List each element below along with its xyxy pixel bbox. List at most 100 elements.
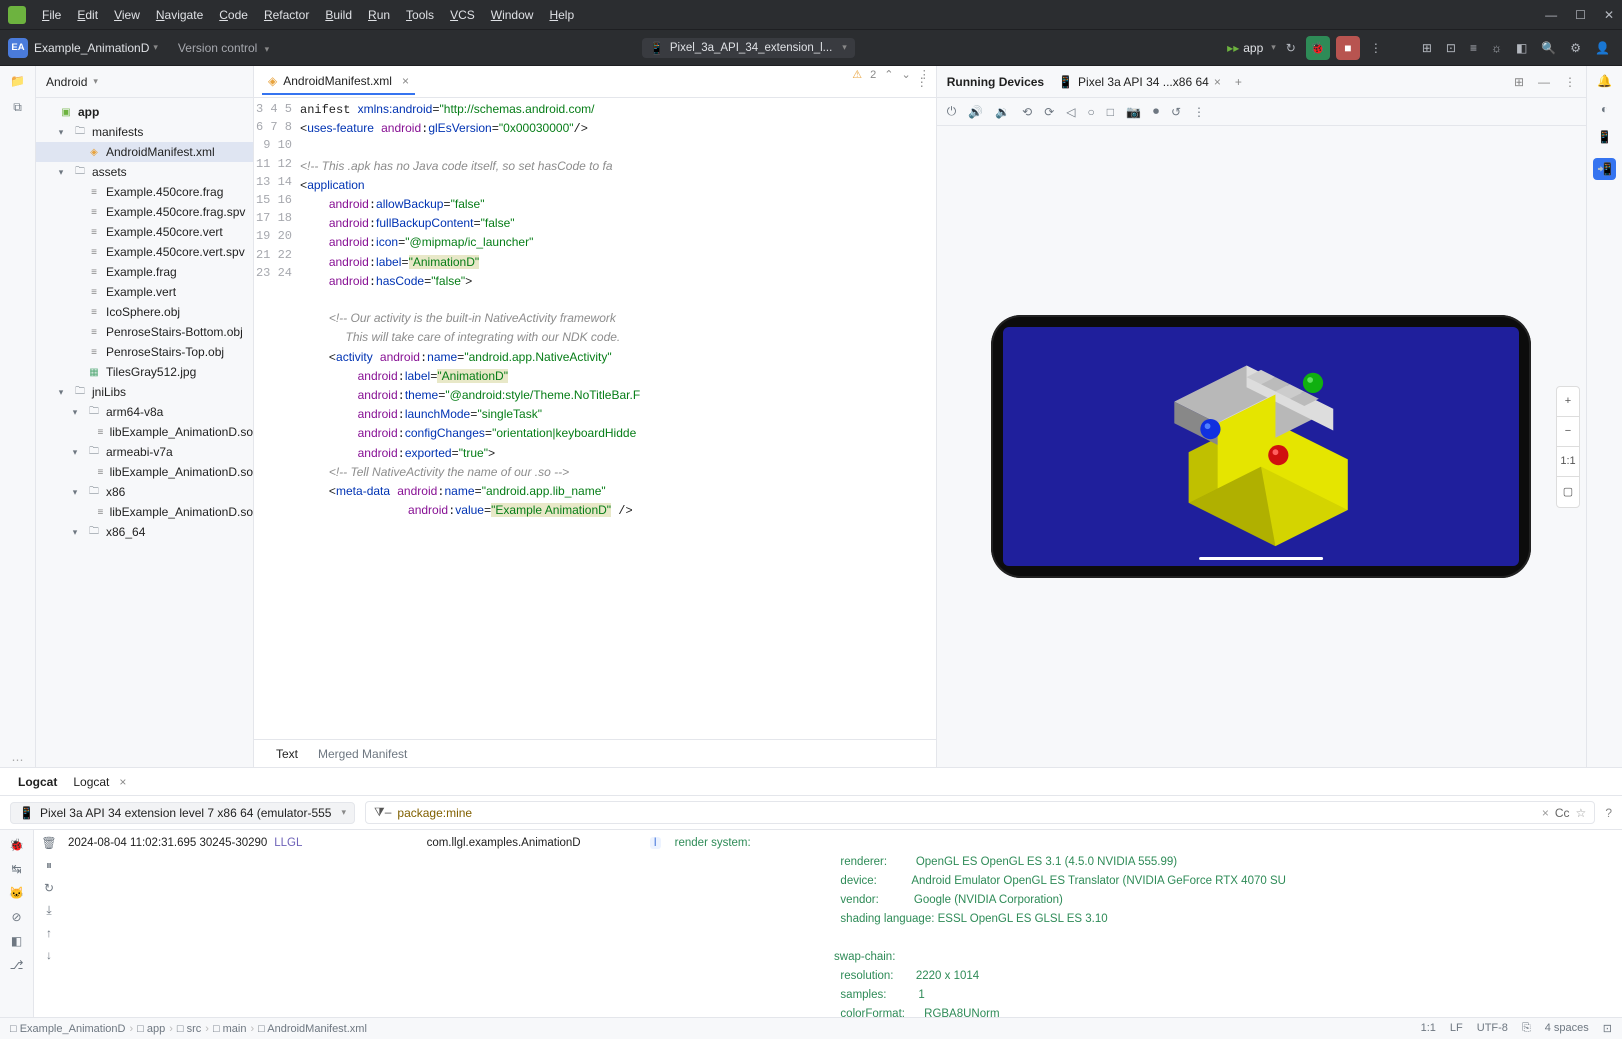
menu-run[interactable]: Run	[368, 8, 390, 22]
subtab-text[interactable]: Text	[266, 747, 308, 761]
more-icon[interactable]: ⋮	[1564, 75, 1576, 89]
back-icon[interactable]: ◁	[1066, 105, 1075, 119]
more-icon[interactable]: ⋮	[1366, 41, 1386, 55]
menu-window[interactable]: Window	[491, 8, 534, 22]
more-icon[interactable]: ⋯	[12, 753, 24, 767]
power-icon[interactable]: ⏻	[947, 104, 957, 119]
tree-item[interactable]: ≡Example.450core.frag.spv	[36, 202, 253, 222]
tree-item[interactable]: ▾🗀assets	[36, 162, 253, 182]
tree-item[interactable]: ▾🗀x86	[36, 482, 253, 502]
close-icon[interactable]: ✕	[1604, 8, 1614, 22]
phone-screen[interactable]	[1003, 327, 1519, 566]
menu-navigate[interactable]: Navigate	[156, 8, 203, 22]
editor-body[interactable]: 3 4 5 6 7 8 9 10 11 12 13 14 15 16 17 18…	[254, 98, 936, 739]
line-sep[interactable]: LF	[1450, 1022, 1463, 1035]
tree-item[interactable]: ▾🗀arm64-v8a	[36, 402, 253, 422]
tree-item[interactable]: ▾🗀jniLibs	[36, 382, 253, 402]
tree-item[interactable]: ≡Example.450core.vert.spv	[36, 242, 253, 262]
trash-icon[interactable]: 🗑	[41, 836, 56, 850]
next-icon[interactable]: ↓	[46, 948, 52, 962]
vol-down-icon[interactable]: 🔉	[995, 105, 1010, 119]
zoom-fit-icon[interactable]: ▢	[1557, 477, 1579, 507]
settings-icon[interactable]: ⚙	[1566, 41, 1585, 55]
caret-pos[interactable]: 1:1	[1421, 1022, 1436, 1035]
tool-icon-4[interactable]: ☼	[1487, 41, 1506, 55]
minimize-icon[interactable]: —	[1538, 75, 1550, 89]
menu-tools[interactable]: Tools	[406, 8, 434, 22]
tree-item[interactable]: ≡PenroseStairs-Bottom.obj	[36, 322, 253, 342]
tool-icon-1[interactable]: ⊞	[1418, 41, 1436, 55]
menu-code[interactable]: Code	[219, 8, 248, 22]
case-toggle[interactable]: Cc	[1555, 806, 1570, 820]
logcat-output[interactable]: 2024-08-04 11:02:31.695 30245-30290 LLGL…	[64, 830, 1622, 1017]
tree-item[interactable]: ≡libExample_AnimationD.so	[36, 422, 253, 442]
tree-item[interactable]: ▾🗀armeabi-v7a	[36, 442, 253, 462]
screenshot-icon[interactable]: 📷	[1126, 105, 1141, 119]
device-selector[interactable]: 📱 Pixel_3a_API_34_extension_l... ▾	[642, 38, 855, 58]
project-name[interactable]: Example_AnimationD	[34, 41, 149, 55]
wrap-icon[interactable]: ↹	[11, 862, 21, 876]
tree-root[interactable]: ▣app	[36, 102, 253, 122]
device-instance-tab[interactable]: 📱 Pixel 3a API 34 ...x86 64 ×	[1058, 75, 1221, 89]
menu-view[interactable]: View	[114, 8, 140, 22]
tree-item[interactable]: ≡Example.frag	[36, 262, 253, 282]
more-icon[interactable]: ⋮	[1193, 105, 1205, 119]
logcat-instance-tab[interactable]: Logcat×	[65, 775, 134, 789]
restart-icon[interactable]: ↻	[44, 881, 54, 895]
scroll-end-icon[interactable]: ⤓	[46, 903, 51, 918]
split-icon[interactable]: ◧	[11, 934, 22, 948]
chevron-down-icon[interactable]: ▾	[153, 42, 158, 53]
running-devices-icon[interactable]: 📲	[1593, 158, 1616, 180]
editor-tab-manifest[interactable]: ◈ AndroidManifest.xml ×	[262, 68, 415, 95]
encoding[interactable]: UTF-8	[1477, 1022, 1508, 1035]
search-icon[interactable]: 🔍	[1537, 41, 1560, 55]
star-icon[interactable]: ☆	[1576, 806, 1587, 820]
help-icon[interactable]: ?	[1605, 806, 1612, 820]
zoom-in-icon[interactable]: +	[1557, 387, 1579, 417]
profile-icon[interactable]: 👤	[1591, 41, 1614, 55]
tree-item[interactable]: ▾🗀x86_64	[36, 522, 253, 542]
tool-icon-2[interactable]: ⊡	[1442, 41, 1460, 55]
close-tab-icon[interactable]: ×	[402, 74, 409, 88]
device-explorer-icon[interactable]: 📱	[1597, 130, 1612, 144]
menu-refactor[interactable]: Refactor	[264, 8, 309, 22]
home-icon[interactable]: ○	[1088, 105, 1095, 119]
indent[interactable]: 4 spaces	[1545, 1022, 1589, 1035]
next-icon[interactable]: ⌄	[902, 68, 911, 81]
tree-item[interactable]: ≡Example.450core.frag	[36, 182, 253, 202]
tree-item[interactable]: ≡IcoSphere.obj	[36, 302, 253, 322]
menu-file[interactable]: File	[42, 8, 61, 22]
menu-vcs[interactable]: VCS	[450, 8, 475, 22]
tree-item[interactable]: ≡Example.vert	[36, 282, 253, 302]
tree-item[interactable]: ▾🗀manifests	[36, 122, 253, 142]
rotate-l-icon[interactable]: ⟲	[1022, 105, 1032, 119]
logcat-tool-tab[interactable]: Logcat	[10, 775, 65, 789]
version-control[interactable]: Version control ▾	[178, 41, 269, 55]
maximize-icon[interactable]: ☐	[1575, 8, 1586, 22]
bug-icon[interactable]: 🐞	[9, 838, 24, 852]
logcat-device-combo[interactable]: 📱 Pixel 3a API 34 extension level 7 x86 …	[10, 802, 355, 824]
reset-icon[interactable]: ↺	[1171, 105, 1181, 119]
notifications-icon[interactable]: 🔔	[1597, 74, 1612, 88]
menu-edit[interactable]: Edit	[77, 8, 98, 22]
tool-icon-5[interactable]: ◧	[1512, 41, 1531, 55]
close-icon[interactable]: ×	[119, 775, 126, 789]
running-devices-tab[interactable]: Running Devices	[947, 75, 1044, 89]
warn-icon[interactable]: ⚠	[852, 68, 862, 81]
debug-button[interactable]: 🐞	[1306, 36, 1330, 60]
overview-icon[interactable]: □	[1107, 105, 1114, 119]
folder-icon[interactable]: 📁	[10, 74, 25, 88]
read-only-icon[interactable]: ⎘	[1522, 1022, 1531, 1035]
status-icon[interactable]: ⊡	[1603, 1022, 1612, 1035]
svc-icon[interactable]: ⧉	[13, 100, 22, 115]
tree-view-selector[interactable]: Android▾	[36, 66, 253, 98]
gradle-icon[interactable]: ◐	[1601, 102, 1608, 116]
tree-item[interactable]: ≡libExample_AnimationD.so	[36, 462, 253, 482]
record-icon[interactable]: ⏺	[1153, 104, 1159, 119]
minimize-icon[interactable]: —	[1545, 8, 1557, 22]
close-icon[interactable]: ×	[1214, 75, 1221, 89]
tool-icon-3[interactable]: ≡	[1466, 41, 1481, 55]
menu-help[interactable]: Help	[549, 8, 574, 22]
tree-item[interactable]: ≡PenroseStairs-Top.obj	[36, 342, 253, 362]
tree-item[interactable]: ≡Example.450core.vert	[36, 222, 253, 242]
